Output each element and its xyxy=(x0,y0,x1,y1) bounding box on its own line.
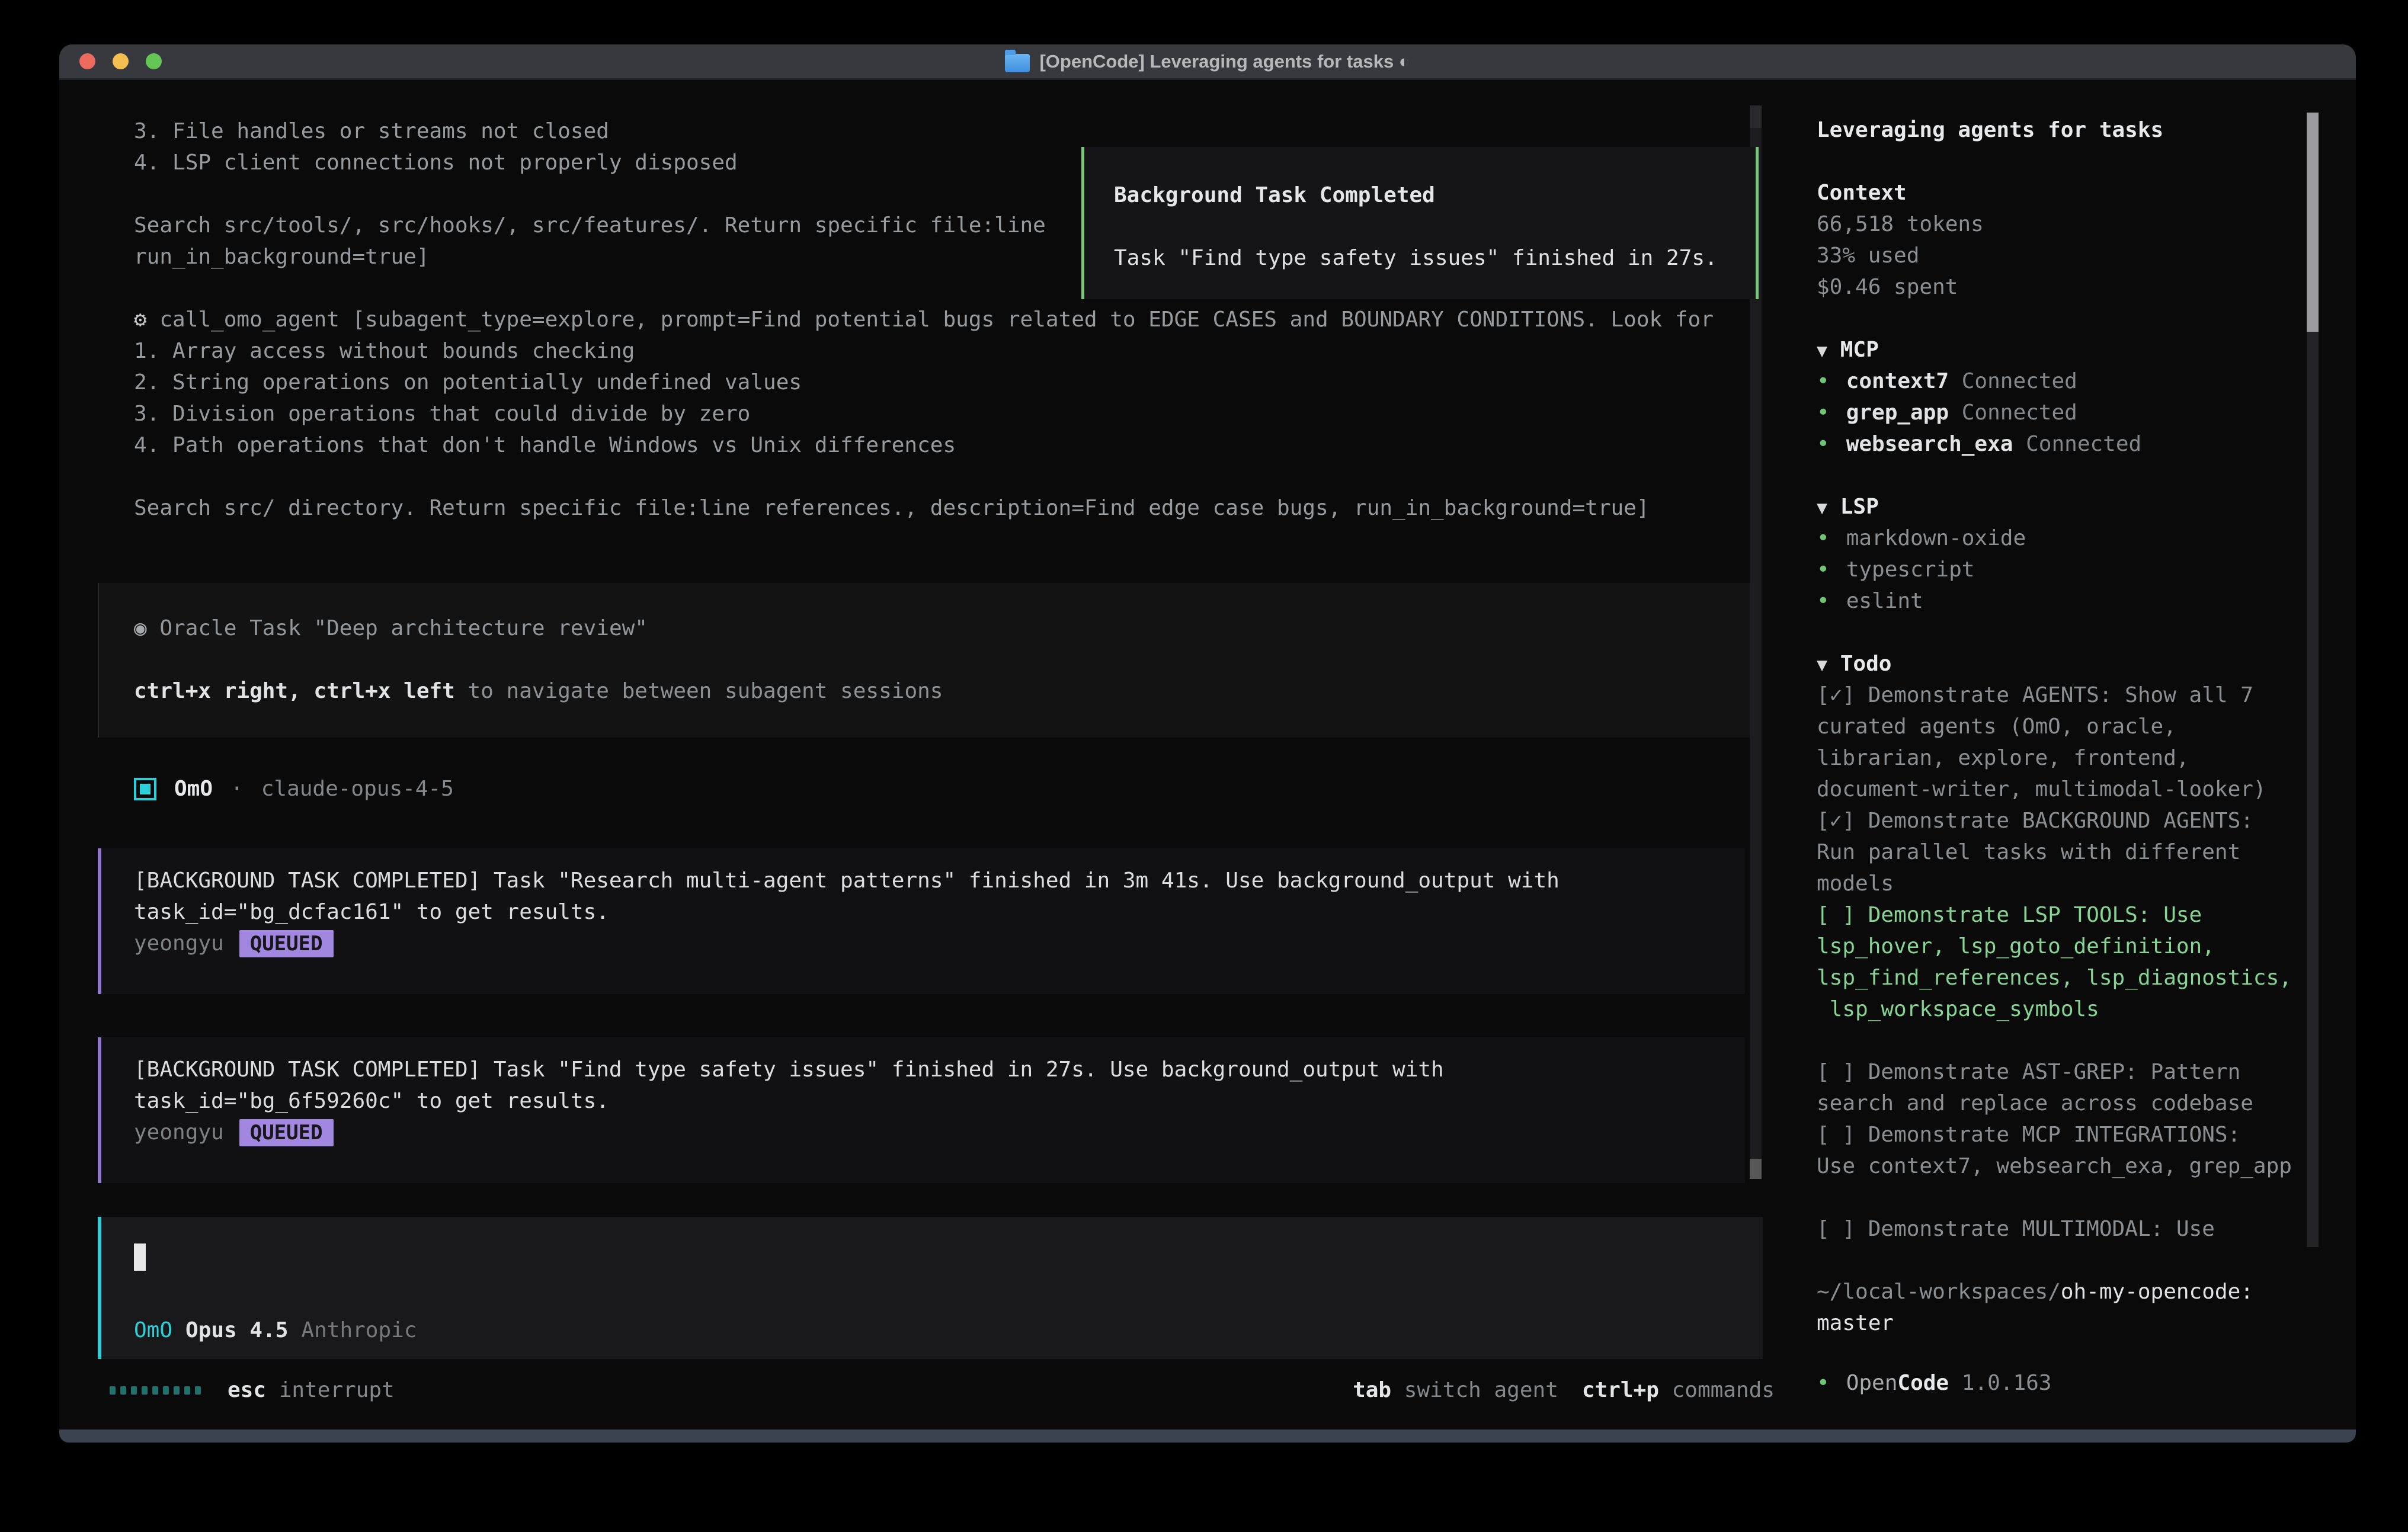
bullet-icon: • xyxy=(1817,366,1830,397)
message-author: yeongyu xyxy=(134,1120,224,1145)
todo-item-pending: [ ] Demonstrate MCP INTEGRATIONS: Use co… xyxy=(1817,1119,2297,1182)
tool-call-line: ⚙ call_omo_agent [subagent_type=explore,… xyxy=(98,304,1763,335)
message-author: yeongyu xyxy=(134,931,224,956)
input-provider-name: Anthropic xyxy=(301,1318,417,1342)
mcp-section-header[interactable]: ▼ MCP xyxy=(1817,334,2297,366)
agent-square-icon xyxy=(134,778,156,800)
app-version: • OpenCode 1.0.163 xyxy=(1817,1367,2297,1399)
close-button[interactable] xyxy=(79,53,95,69)
traffic-lights xyxy=(79,44,162,78)
subagent-nav-hint: ctrl+x right, ctrl+x left to navigate be… xyxy=(134,675,1751,707)
window-bottom-edge xyxy=(59,1430,2356,1443)
todo-item-done: [✓] Demonstrate BACKGROUND AGENTS: Run p… xyxy=(1817,805,2297,899)
session-sidebar: Leveraging agents for tasks Context 66,5… xyxy=(1817,82,2297,1399)
minimize-button[interactable] xyxy=(113,53,129,69)
status-bar: esc interrupt tab switch agent ctrl+p co… xyxy=(98,1374,1775,1406)
tool-call-line xyxy=(98,461,1763,492)
input-agent-name: OmO xyxy=(134,1318,172,1342)
shortcut-commands: ctrl+p commands xyxy=(1582,1378,1775,1402)
todo-item-done: [✓] Demonstrate AGENTS: Show all 7 curat… xyxy=(1817,680,2297,805)
agent-header: OmO · claude-opus-4-5 xyxy=(98,773,1763,805)
bullet-icon: • xyxy=(1817,585,1830,617)
tool-call-text: call_omo_agent [subagent_type=explore, p… xyxy=(159,307,1714,332)
shortcut-keys: ctrl+x right, ctrl+x left xyxy=(134,679,455,703)
chevron-down-icon: ▼ xyxy=(1817,655,1827,675)
tool-call-line: Search src/ directory. Return specific f… xyxy=(98,492,1763,524)
window-title-text: [OpenCode] Leveraging agents for tasks ◐ xyxy=(1039,51,1410,72)
record-icon: ◉ xyxy=(134,616,159,640)
mcp-item: •context7 Connected xyxy=(1817,366,2297,397)
input-model-name: Opus 4.5 xyxy=(185,1318,288,1342)
window-title: [OpenCode] Leveraging agents for tasks ◐ xyxy=(1005,51,1410,72)
lsp-item: •eslint xyxy=(1817,585,2297,617)
sidebar-scrollbar-thumb[interactable] xyxy=(2307,113,2319,332)
gear-icon: ⚙ xyxy=(134,307,159,332)
context-header: Context xyxy=(1817,177,2297,209)
main-scrollbar-segment xyxy=(1750,105,1762,128)
shortcut-description: to navigate between subagent sessions xyxy=(455,679,943,703)
status-badge: QUEUED xyxy=(239,930,334,957)
context-tokens: 66,518 tokens xyxy=(1817,209,2297,240)
task-message-text: task_id="bg_dcfac161" to get results. xyxy=(134,896,1745,928)
tool-call-line: 4. Path operations that don't handle Win… xyxy=(98,430,1763,461)
scrollback-line: 3. File handles or streams not closed xyxy=(98,116,1763,147)
background-task-toast: Background Task Completed Task "Find typ… xyxy=(1081,147,1759,299)
text-cursor xyxy=(134,1243,146,1271)
input-model-info: OmO Opus 4.5 Anthropic xyxy=(134,1318,1745,1342)
todo-item-active: [ ] Demonstrate LSP TOOLS: Use lsp_hover… xyxy=(1817,899,2297,1025)
mcp-item: •grep_app Connected xyxy=(1817,397,2297,428)
workspace-path: ~/local-workspaces/oh-my-opencode: xyxy=(1817,1276,2297,1307)
zoom-button[interactable] xyxy=(146,53,162,69)
oracle-task-box: ◉ Oracle Task "Deep architecture review"… xyxy=(98,583,1751,738)
separator-dot: · xyxy=(230,777,244,801)
bullet-icon: • xyxy=(1817,397,1830,428)
mcp-item: •websearch_exa Connected xyxy=(1817,428,2297,460)
spinner-dots-icon xyxy=(110,1386,201,1395)
session-title: Leveraging agents for tasks xyxy=(1817,82,2297,146)
bullet-icon: • xyxy=(1817,428,1830,460)
bullet-icon: • xyxy=(1817,554,1830,585)
prompt-input[interactable]: OmO Opus 4.5 Anthropic xyxy=(98,1217,1763,1359)
tool-call-line: 3. Division operations that could divide… xyxy=(98,398,1763,430)
task-message: [BACKGROUND TASK COMPLETED] Task "Resear… xyxy=(98,848,1745,994)
agent-model: claude-opus-4-5 xyxy=(261,777,454,801)
shortcut-interrupt: esc interrupt xyxy=(228,1378,395,1402)
terminal-window: [OpenCode] Leveraging agents for tasks ◐… xyxy=(59,44,2356,1443)
context-used: 33% used xyxy=(1817,240,2297,271)
tool-call-line: 2. String operations on potentially unde… xyxy=(98,367,1763,398)
bullet-icon: • xyxy=(1817,1371,1830,1395)
todo-section-header[interactable]: ▼ Todo xyxy=(1817,648,2297,680)
bullet-icon: • xyxy=(1817,523,1830,554)
task-message-text: task_id="bg_6f59260c" to get results. xyxy=(134,1085,1745,1117)
shortcut-switch-agent: tab switch agent xyxy=(1353,1378,1558,1402)
lsp-item: •markdown-oxide xyxy=(1817,523,2297,554)
context-spent: $0.46 spent xyxy=(1817,271,2297,303)
lsp-section-header[interactable]: ▼ LSP xyxy=(1817,491,2297,523)
desktop: [OpenCode] Leveraging agents for tasks ◐… xyxy=(0,0,2408,1532)
title-bar[interactable]: [OpenCode] Leveraging agents for tasks ◐ xyxy=(59,44,2356,80)
todo-item-pending: [ ] Demonstrate MULTIMODAL: Use xyxy=(1817,1213,2297,1245)
chevron-down-icon: ▼ xyxy=(1817,341,1827,361)
folder-icon xyxy=(1005,54,1030,72)
agent-name: OmO xyxy=(174,777,213,801)
toast-title: Background Task Completed xyxy=(1114,180,1756,211)
oracle-task-title: ◉ Oracle Task "Deep architecture review" xyxy=(134,613,1751,644)
task-message-text: [BACKGROUND TASK COMPLETED] Task "Find t… xyxy=(134,1054,1745,1085)
sidebar-scrollbar[interactable] xyxy=(2307,113,2319,1247)
tool-call-line: 1. Array access without bounds checking xyxy=(98,335,1763,367)
task-message: [BACKGROUND TASK COMPLETED] Task "Find t… xyxy=(98,1037,1745,1183)
status-badge: QUEUED xyxy=(239,1119,334,1146)
task-message-text: [BACKGROUND TASK COMPLETED] Task "Resear… xyxy=(134,865,1745,896)
toast-body: Task "Find type safety issues" finished … xyxy=(1114,242,1756,274)
lsp-item: •typescript xyxy=(1817,554,2297,585)
main-scrollbar-thumb[interactable] xyxy=(1750,1159,1762,1179)
workspace-branch: master xyxy=(1817,1307,2297,1339)
chevron-down-icon: ▼ xyxy=(1817,498,1827,518)
todo-item-pending: [ ] Demonstrate AST-GREP: Pattern search… xyxy=(1817,1056,2297,1119)
